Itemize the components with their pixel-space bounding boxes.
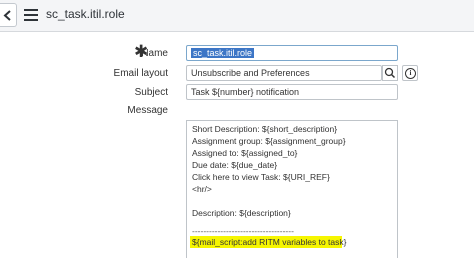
- email-layout-field[interactable]: Unsubscribe and Preferences: [186, 65, 382, 81]
- message-line: Description: ${description}: [192, 208, 291, 218]
- info-icon: i: [405, 68, 416, 79]
- message-line: <hr/>: [192, 184, 212, 194]
- form-header: sc_task.itil.role: [0, 0, 474, 32]
- email-layout-info-button[interactable]: i: [402, 65, 418, 81]
- subject-field[interactable]: Task ${number} notification: [186, 84, 398, 100]
- name-field-value: sc_task.itil.role: [191, 48, 255, 58]
- message-line: Click here to view Task: ${URI_REF}: [192, 172, 330, 182]
- hamburger-menu-icon[interactable]: [24, 9, 38, 21]
- email-layout-lookup-button[interactable]: [382, 65, 398, 81]
- message-line-highlighted: ${mail_script:add RITM variables to task…: [192, 237, 347, 247]
- message-line: Short Description: ${short_description}: [192, 124, 338, 134]
- message-line: Assigned to: ${assigned_to}: [192, 148, 298, 158]
- message-separator: ------------------------------------: [192, 226, 294, 236]
- message-editor[interactable]: Short Description: ${short_description} …: [186, 120, 398, 258]
- message-line: Due date: ${due_date}: [192, 160, 278, 170]
- search-icon: [384, 67, 396, 79]
- message-line: Assignment group: ${assignment_group}: [192, 136, 346, 146]
- back-arrow-icon: [3, 10, 11, 21]
- email-layout-label: Email layout: [113, 68, 168, 79]
- back-button[interactable]: [0, 3, 17, 27]
- subject-label: Subject: [134, 87, 168, 98]
- name-field[interactable]: sc_task.itil.role: [186, 45, 398, 61]
- message-label: Message: [127, 105, 168, 116]
- name-label: Name: [141, 48, 168, 59]
- record-title: sc_task.itil.role: [46, 7, 125, 21]
